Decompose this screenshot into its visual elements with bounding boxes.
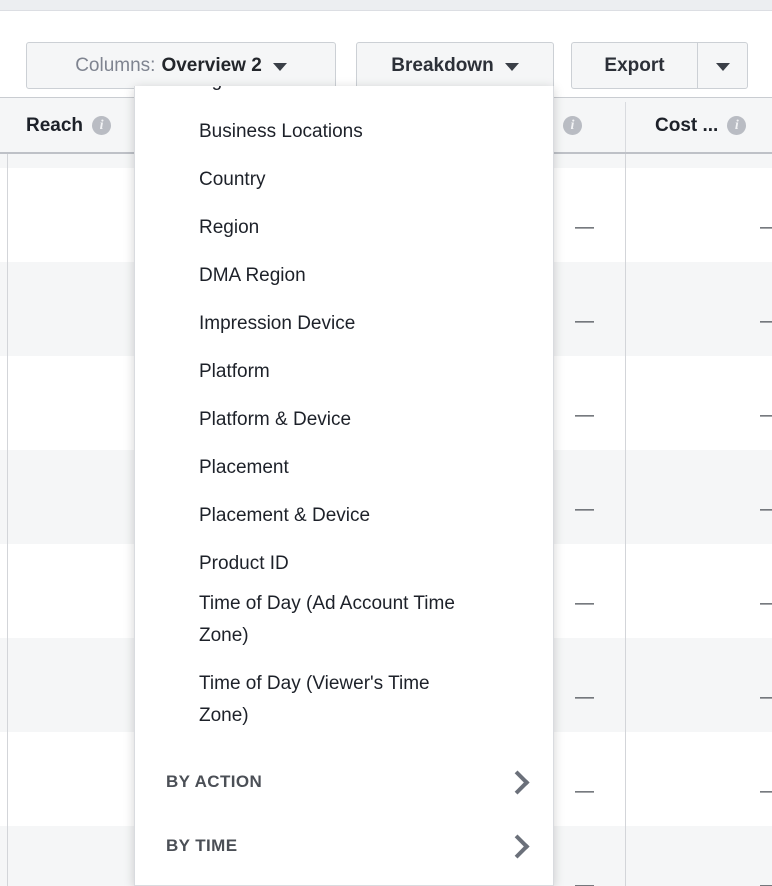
breakdown-dropdown-menu: Age and Gender Business Locations Country… xyxy=(134,86,554,886)
table-left-border xyxy=(7,154,8,886)
table-cell-empty: — xyxy=(575,406,594,425)
table-cell-empty: — xyxy=(575,500,594,519)
menu-item-label: Region xyxy=(199,212,259,244)
columns-dropdown-button[interactable]: Columns: Overview 2 xyxy=(26,42,336,89)
table-cell-empty: — xyxy=(575,312,594,331)
chevron-down-icon xyxy=(716,63,730,71)
table-cell-empty: — xyxy=(760,594,772,613)
chevron-down-icon xyxy=(273,63,287,71)
table-cell-empty: — xyxy=(760,876,772,886)
breakdown-label: Breakdown xyxy=(391,55,493,77)
table-cell-empty: — xyxy=(760,500,772,519)
menu-item-label: DMA Region xyxy=(199,260,306,292)
table-column-border xyxy=(625,154,626,886)
column-divider xyxy=(625,102,626,152)
ads-manager-toolbar: Columns: Overview 2 Breakdown Export xyxy=(0,12,772,97)
column-header-label: Reach xyxy=(26,115,83,137)
columns-selected-value: Overview 2 xyxy=(161,55,261,77)
menu-section-label: BY TIME xyxy=(166,836,237,856)
menu-item-label: Platform & Device xyxy=(199,404,351,436)
menu-item-label: Time of Day (Ad Account Time Zone) xyxy=(199,588,484,652)
menu-section-label: BY ACTION xyxy=(166,772,262,792)
menu-item-label: Placement & Device xyxy=(199,500,370,532)
menu-item-dma-region[interactable]: DMA Region xyxy=(136,252,554,300)
menu-item-platform[interactable]: Platform xyxy=(136,348,554,396)
menu-item-label: Impression Device xyxy=(199,308,355,340)
info-icon[interactable]: i xyxy=(92,116,111,135)
menu-item-label: Business Locations xyxy=(199,116,363,148)
menu-item-label: Age and Gender xyxy=(199,86,338,92)
menu-item-label: Placement xyxy=(199,452,289,484)
breakdown-dropdown-button[interactable]: Breakdown xyxy=(356,42,554,89)
chevron-right-icon xyxy=(505,770,529,794)
table-cell-empty: — xyxy=(760,406,772,425)
menu-item-country[interactable]: Country xyxy=(136,156,554,204)
menu-item-business-locations[interactable]: Business Locations xyxy=(136,108,554,156)
chevron-down-icon xyxy=(505,63,519,71)
menu-item-platform-device[interactable]: Platform & Device xyxy=(136,396,554,444)
menu-item-region[interactable]: Region xyxy=(136,204,554,252)
info-icon[interactable]: i xyxy=(563,116,582,135)
table-cell-empty: — xyxy=(760,688,772,707)
table-cell-empty: — xyxy=(575,218,594,237)
column-header-reach[interactable]: Reach i xyxy=(26,98,111,153)
menu-item-product-id[interactable]: Product ID xyxy=(136,540,554,588)
menu-section-by-action[interactable]: BY ACTION xyxy=(136,750,554,814)
menu-item-time-of-day-viewer-s-time-zone[interactable]: Time of Day (Viewer's Time Zone) xyxy=(136,668,554,732)
menu-item-impression-device[interactable]: Impression Device xyxy=(136,300,554,348)
window-top-strip xyxy=(0,0,772,11)
menu-section-by-time[interactable]: BY TIME xyxy=(136,814,554,878)
table-cell-empty: — xyxy=(575,876,594,886)
table-cell-empty: — xyxy=(575,782,594,801)
menu-item-time-of-day-ad-account-time-zone[interactable]: Time of Day (Ad Account Time Zone) xyxy=(136,588,554,652)
menu-item-clipped[interactable]: Age and Gender xyxy=(135,86,553,104)
export-button[interactable]: Export xyxy=(571,42,697,89)
export-options-button[interactable] xyxy=(697,42,748,89)
info-icon[interactable]: i xyxy=(727,116,746,135)
export-label: Export xyxy=(604,55,664,77)
menu-item-label: Time of Day (Viewer's Time Zone) xyxy=(199,668,484,732)
menu-item-label: Country xyxy=(199,164,266,196)
menu-item-label: Product ID xyxy=(199,548,289,580)
table-cell-empty: — xyxy=(760,218,772,237)
table-cell-empty: — xyxy=(760,782,772,801)
column-header-cost[interactable]: Cost ... i xyxy=(655,98,746,153)
table-cell-empty: — xyxy=(575,688,594,707)
chevron-right-icon xyxy=(505,834,529,858)
table-cell-empty: — xyxy=(575,594,594,613)
table-cell-empty: — xyxy=(760,312,772,331)
column-header-label: Cost ... xyxy=(655,115,718,137)
columns-prefix-label: Columns: xyxy=(75,55,155,77)
menu-item-placement-device[interactable]: Placement & Device xyxy=(136,492,554,540)
menu-item-placement[interactable]: Placement xyxy=(136,444,554,492)
menu-item-label: Platform xyxy=(199,356,270,388)
